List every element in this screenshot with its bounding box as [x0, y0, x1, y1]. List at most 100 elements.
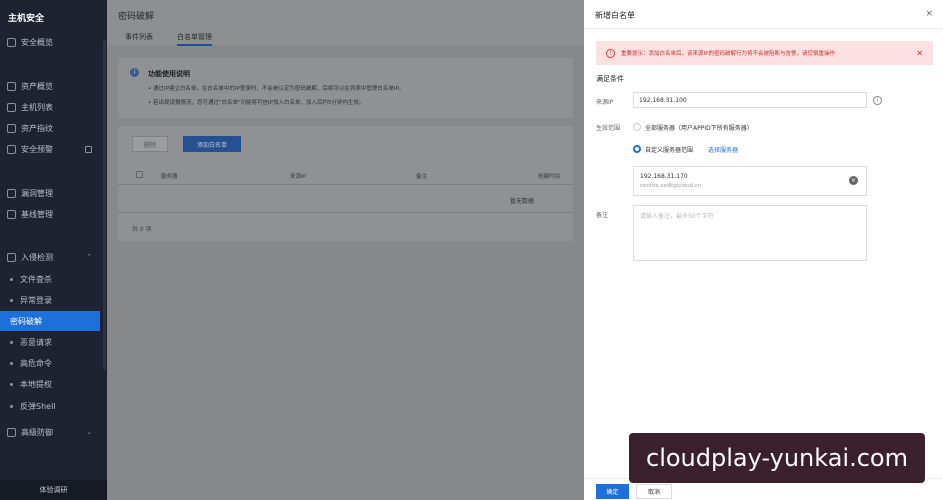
- watermark: cloudplay-yunkai.com: [629, 433, 925, 483]
- total-count: 共 0 项: [132, 226, 152, 233]
- tab-whitelist[interactable]: 白名单管理: [177, 32, 212, 46]
- divider: [118, 212, 573, 213]
- chevron-down-icon: ⌄: [86, 428, 92, 436]
- sidebar-subitem-privilege[interactable]: 本地提权: [0, 374, 100, 394]
- warning-alert: ! 重要提示：添加白名单后，该来源IP的密码破解行为将不会被阻断与告警，请您慎重…: [596, 41, 933, 65]
- sidebar-item-label: 基线管理: [21, 209, 53, 219]
- bullet-icon: [10, 340, 13, 344]
- scope-all-label[interactable]: 全部服务器（用户APPID下所有服务器）: [645, 123, 753, 132]
- remark-label: 备注: [596, 212, 609, 219]
- column-header: 备注: [416, 174, 428, 180]
- alert-text: 重要提示：添加白名单后，该来源IP的密码破解行为将不会被阻断与告警，请您慎重操作: [621, 51, 835, 57]
- sidebar-item-label: 资产指纹: [21, 123, 53, 133]
- sidebar-subitem-file[interactable]: 文件查杀: [0, 269, 100, 289]
- bullet-icon: [10, 277, 13, 281]
- sidebar-item-label: 安全概览: [21, 37, 53, 47]
- cancel-button[interactable]: 取消: [636, 484, 672, 499]
- server-hostname: centos.xxdkglcloud.cn: [640, 183, 702, 189]
- divider: [584, 28, 943, 29]
- sidebar-subitem-label: 文件查杀: [20, 274, 52, 284]
- survey-link[interactable]: 体验调研: [0, 480, 107, 500]
- scope-all-radio[interactable]: [633, 123, 641, 131]
- section-title: 满足条件: [596, 75, 624, 83]
- info-line: • 若出现误报情况，您可通过"白名单"功能将可信IP加入白名单，加入后约5分钟内…: [148, 100, 365, 106]
- scope-label: 生效范围: [596, 125, 621, 132]
- whitelist-table: 删除 添加白名单 服务器 来源IP 备注 创建时间 暂无数据 共 0 项: [118, 126, 573, 241]
- sidebar-item-label: 主机列表: [21, 102, 53, 112]
- sidebar-item-vuln[interactable]: 漏洞管理: [0, 183, 100, 203]
- source-ip-label: 来源IP: [596, 99, 614, 106]
- remark-textarea[interactable]: 请输入备注，最多50个字符: [633, 205, 867, 261]
- empty-state: 暂无数据: [510, 198, 535, 205]
- main-content: 密码破解 事件列表 白名单管理 i 功能使用说明 • 通过IP建立白名单，在白名…: [107, 0, 584, 500]
- sidebar-item-label: 资产概览: [21, 81, 53, 91]
- column-header: 创建时间: [538, 174, 561, 180]
- bullet-icon: [10, 404, 13, 408]
- dashboard-icon: [7, 37, 16, 47]
- sidebar-title: 主机安全: [8, 14, 45, 24]
- close-icon[interactable]: ×: [925, 9, 933, 19]
- error-icon: !: [606, 48, 615, 58]
- bullet-icon: [10, 361, 13, 365]
- baseline-icon: [7, 209, 16, 219]
- select-server-link[interactable]: 选择服务器: [708, 145, 738, 154]
- sidebar-item-hosts[interactable]: 主机列表: [0, 97, 100, 117]
- sidebar-subitem-shell[interactable]: 反弹Shell: [0, 396, 100, 416]
- scope-custom-label[interactable]: 自定义服务器范围: [645, 145, 693, 154]
- intrusion-icon: [7, 252, 16, 262]
- source-ip-input[interactable]: 192.168.31.100: [633, 92, 867, 108]
- sidebar-subitem-label: 反弹Shell: [20, 401, 56, 411]
- info-title: 功能使用说明: [148, 70, 190, 78]
- sidebar-item-assets[interactable]: 资产概览: [0, 76, 100, 96]
- sidebar-item-advanced[interactable]: 高级防御 ⌄: [0, 422, 100, 442]
- sidebar-item-intrusion[interactable]: 入侵检测 ⌃: [0, 247, 100, 267]
- selected-server-card: 192.168.31.170 centos.xxdkglcloud.cn ×: [633, 166, 867, 196]
- sidebar-item-label: 入侵检测: [21, 252, 53, 262]
- scope-custom-radio[interactable]: [633, 145, 641, 153]
- sidebar-subitem-bruteforce[interactable]: 密码破解: [0, 311, 100, 331]
- sidebar-item-overview[interactable]: 安全概览: [0, 32, 100, 52]
- fingerprint-icon: [7, 123, 16, 133]
- asset-icon: [7, 81, 16, 91]
- sidebar-item-label: 安全预警: [21, 144, 53, 154]
- sidebar-subitem-label: 异常登录: [20, 295, 52, 305]
- info-icon[interactable]: i: [873, 96, 882, 105]
- select-all-checkbox[interactable]: [136, 171, 143, 178]
- sidebar-subitem-label: 密码破解: [10, 316, 42, 326]
- shield-icon: [7, 427, 16, 437]
- sidebar-subitem-label: 本地提权: [20, 379, 52, 389]
- server-ip: 192.168.31.170: [640, 173, 688, 180]
- alert-icon: [7, 144, 16, 154]
- sidebar-item-label: 漏洞管理: [21, 188, 53, 198]
- sidebar-item-baseline[interactable]: 基线管理: [0, 204, 100, 224]
- sidebar-scrollbar[interactable]: [103, 40, 106, 370]
- info-line: • 通过IP建立白名单，在白名单中的IP登录时，不会被认定为密码破解，后续可以在…: [148, 86, 405, 92]
- bullet-icon: [10, 298, 13, 302]
- column-header: 来源IP: [290, 174, 306, 180]
- divider: [118, 184, 573, 185]
- column-header: 服务器: [161, 174, 178, 180]
- sidebar-item-label: 高级防御: [21, 427, 53, 437]
- sidebar-subitem-request[interactable]: 恶意请求: [0, 332, 100, 352]
- info-panel: i 功能使用说明 • 通过IP建立白名单，在白名单中的IP登录时，不会被认定为密…: [118, 58, 573, 118]
- sidebar-item-fingerprint[interactable]: 资产指纹: [0, 118, 100, 138]
- bug-icon: [7, 188, 16, 198]
- remove-server-icon[interactable]: ×: [849, 176, 858, 185]
- page-header: 密码破解 事件列表 白名单管理: [107, 0, 584, 46]
- tab-events[interactable]: 事件列表: [125, 32, 153, 42]
- sidebar-subitem-label: 恶意请求: [20, 337, 52, 347]
- add-whitelist-drawer: 新增白名单 × ! 重要提示：添加白名单后，该来源IP的密码破解行为将不会被阻断…: [584, 0, 943, 500]
- delete-button[interactable]: 删除: [132, 136, 168, 152]
- sidebar-subitem-login[interactable]: 异常登录: [0, 290, 100, 310]
- sidebar-item-warning[interactable]: 安全预警: [0, 139, 100, 159]
- alert-close-icon[interactable]: ✕: [916, 49, 923, 58]
- confirm-button[interactable]: 确定: [596, 484, 629, 499]
- sidebar-subitem-command[interactable]: 高危命令: [0, 353, 100, 373]
- bullet-icon: [10, 382, 13, 386]
- add-whitelist-button[interactable]: 添加白名单: [183, 136, 241, 152]
- chevron-up-icon: ⌃: [86, 253, 92, 261]
- sidebar: 主机安全 安全概览 资产概览 主机列表 资产指纹 安全预警 漏洞管理 基线管理 …: [0, 0, 107, 500]
- page-title: 密码破解: [118, 12, 155, 22]
- drawer-title: 新增白名单: [595, 11, 635, 20]
- lock-icon: [85, 145, 92, 153]
